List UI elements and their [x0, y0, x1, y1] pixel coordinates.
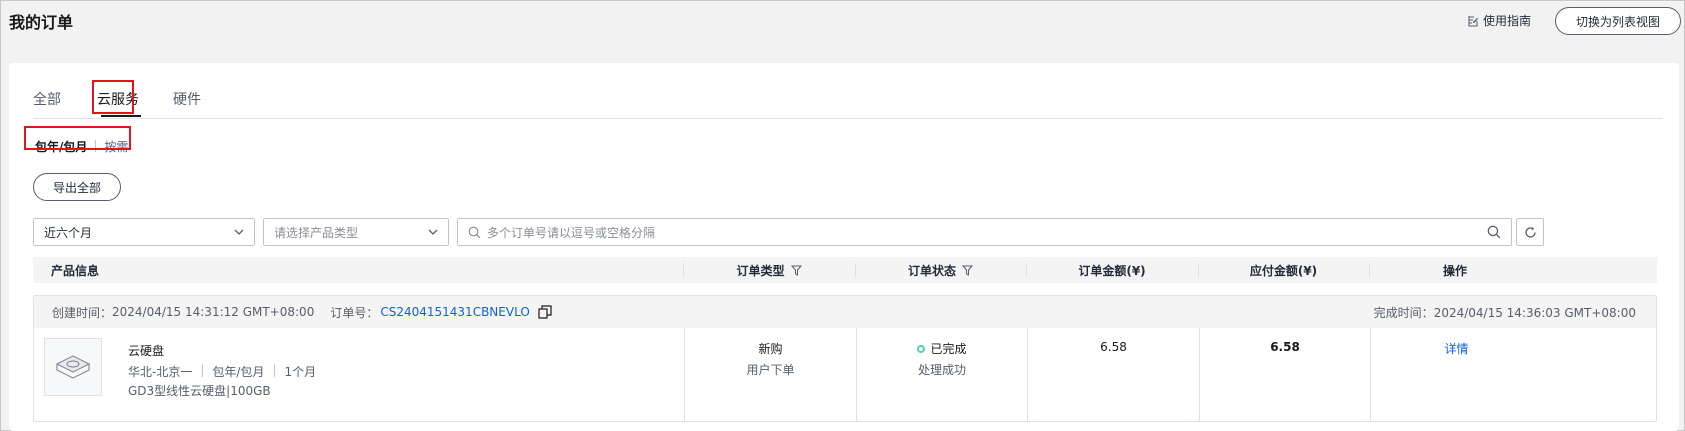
order-item: 创建时间： 2024/04/15 14:31:12 GMT+08:00 订单号：… — [33, 295, 1657, 422]
switch-list-view-button[interactable]: 切换为列表视图 — [1555, 7, 1681, 35]
refresh-icon — [1524, 226, 1536, 238]
details-link[interactable]: 详情 — [1444, 340, 1468, 357]
product-type-select[interactable]: 请选择产品类型 — [263, 218, 449, 246]
order-no-label: 订单号： — [330, 305, 379, 320]
tab-all[interactable]: 全部 — [33, 89, 61, 109]
order-status-cell: 已完成 处理成功 — [856, 328, 1027, 421]
status-sub: 处理成功 — [917, 363, 966, 377]
completed-value: 2024/04/15 14:36:03 GMT+08:00 — [1433, 305, 1636, 320]
order-type: 新购 — [758, 342, 783, 356]
product-spec: GD3型线性云硬盘|100GB — [128, 384, 271, 398]
created-label: 创建时间： — [52, 305, 113, 320]
col-actions: 操作 — [1369, 257, 1541, 283]
payable-amount-cell: 6.58 — [1199, 328, 1370, 421]
col-payable-amount: 应付金额(¥) — [1198, 257, 1369, 283]
order-search-input[interactable]: 多个订单号请以逗号或空格分隔 — [457, 218, 1512, 246]
completed-label: 完成时间： — [1373, 305, 1434, 320]
copy-icon[interactable] — [538, 305, 552, 319]
order-meta-bar: 创建时间： 2024/04/15 14:31:12 GMT+08:00 订单号：… — [34, 296, 1656, 328]
order-row: 云硬盘 华北-北京一 | 包年/包月 | 1个月 GD3型线性云硬盘|100GB… — [34, 328, 1656, 421]
guide-label: 使用指南 — [1483, 14, 1532, 28]
refresh-button[interactable] — [1516, 218, 1544, 246]
period-select[interactable]: 近六个月 — [33, 218, 255, 246]
product-duration: 1个月 — [284, 365, 317, 379]
attr-divider: | — [200, 363, 205, 377]
chevron-down-icon — [234, 229, 244, 235]
product-info-cell: 云硬盘 华北-北京一 | 包年/包月 | 1个月 GD3型线性云硬盘|100GB — [34, 328, 684, 421]
filter-icon[interactable] — [790, 265, 802, 276]
chevron-down-icon — [428, 229, 438, 235]
search-icon — [468, 226, 481, 238]
payable-amount: 6.58 — [1270, 340, 1300, 354]
product-type-placeholder: 请选择产品类型 — [274, 225, 359, 240]
order-type-sub: 用户下单 — [746, 363, 795, 377]
tab-hardware[interactable]: 硬件 — [173, 89, 201, 109]
order-amount: 6.58 — [1100, 340, 1127, 354]
cloud-disk-product-icon — [44, 338, 102, 396]
orders-card: 全部 云服务 硬件 包年/包月 按需 导出全部 近六个月 请选择产品类型 多个订… — [9, 63, 1679, 431]
col-order-type: 订单类型 — [683, 257, 855, 283]
period-value: 近六个月 — [44, 225, 93, 240]
status-text: 已完成 — [930, 342, 967, 356]
export-all-button[interactable]: 导出全部 — [33, 173, 121, 201]
status-dot-icon — [917, 344, 926, 353]
col-order-status-label: 订单状态 — [907, 263, 956, 278]
status-badge: 已完成 — [917, 340, 967, 357]
col-order-status: 订单状态 — [855, 257, 1026, 283]
page-title: 我的订单 — [9, 13, 74, 32]
edit-note-icon — [1468, 15, 1478, 26]
product-region: 华北-北京一 — [128, 365, 193, 379]
guide-link[interactable]: 使用指南 — [1467, 12, 1531, 29]
search-placeholder: 多个订单号请以逗号或空格分隔 — [487, 225, 656, 240]
col-order-type-label: 订单类型 — [736, 263, 785, 278]
col-order-amount: 订单金额(¥) — [1026, 257, 1198, 283]
order-type-cell: 新购 用户下单 — [684, 328, 856, 421]
actions-cell: 详情 — [1370, 328, 1542, 421]
completed-time: 完成时间：2024/04/15 14:36:03 GMT+08:00 — [1374, 304, 1636, 321]
highlight-box-tab — [92, 80, 134, 114]
product-billing: 包年/包月 — [212, 365, 265, 379]
col-product-info: 产品信息 — [51, 263, 100, 278]
search-submit-icon[interactable] — [1487, 225, 1501, 239]
created-time: 2024/04/15 14:31:12 GMT+08:00 — [112, 305, 315, 319]
main-tabs: 全部 云服务 硬件 — [33, 81, 1663, 119]
filter-icon[interactable] — [962, 265, 973, 276]
order-amount-cell: 6.58 — [1027, 328, 1199, 421]
highlight-box-subtabs — [24, 126, 131, 150]
table-header: 产品信息 订单类型 订单状态 订单金额(¥) 应付金额(¥) 操作 — [33, 257, 1657, 283]
order-number-link[interactable]: CS2404151431CBNEVLO — [380, 305, 529, 319]
active-tab-indicator — [101, 115, 141, 117]
product-name: 云硬盘 — [128, 344, 165, 358]
attr-divider: | — [272, 363, 277, 377]
product-attributes: 华北-北京一 | 包年/包月 | 1个月 — [128, 363, 316, 380]
